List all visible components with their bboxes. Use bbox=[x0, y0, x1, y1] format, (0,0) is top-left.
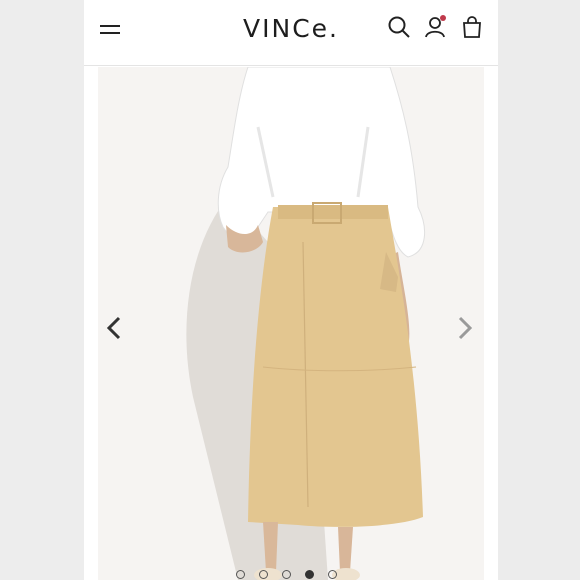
pagination-dot[interactable] bbox=[328, 570, 337, 579]
search-icon[interactable] bbox=[386, 14, 412, 40]
pagination-dot-active[interactable] bbox=[305, 570, 314, 579]
pagination-dot[interactable] bbox=[259, 570, 268, 579]
chevron-left-icon[interactable] bbox=[103, 313, 127, 343]
notification-dot bbox=[440, 15, 446, 21]
pagination-dot[interactable] bbox=[282, 570, 291, 579]
right-backdrop bbox=[498, 0, 580, 580]
user-icon[interactable] bbox=[423, 14, 449, 40]
site-header: VINCe. bbox=[84, 0, 498, 66]
product-photo bbox=[98, 67, 484, 580]
pagination-dot[interactable] bbox=[236, 570, 245, 579]
left-backdrop bbox=[0, 0, 84, 580]
shopping-bag-icon[interactable] bbox=[459, 14, 485, 40]
product-image-gallery[interactable] bbox=[98, 67, 484, 580]
mobile-page: VINCe. bbox=[84, 0, 498, 580]
hamburger-menu-icon[interactable] bbox=[98, 20, 124, 40]
gallery-pagination bbox=[236, 570, 337, 580]
chevron-right-icon[interactable] bbox=[452, 313, 476, 343]
brand-logo[interactable]: VINCe. bbox=[224, 13, 358, 45]
